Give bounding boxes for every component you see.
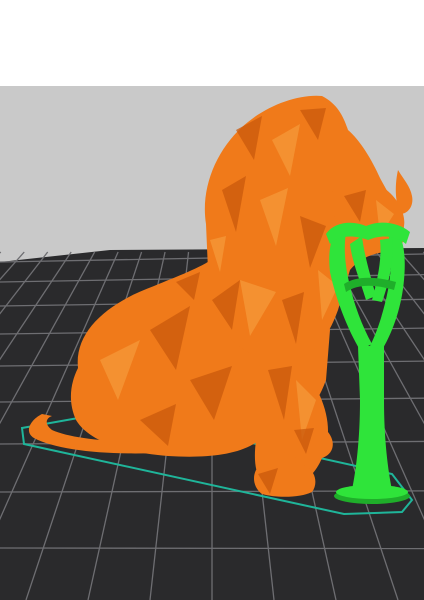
print-preview-scene[interactable] — [0, 86, 424, 600]
slicer-3d-viewport[interactable] — [0, 86, 424, 600]
